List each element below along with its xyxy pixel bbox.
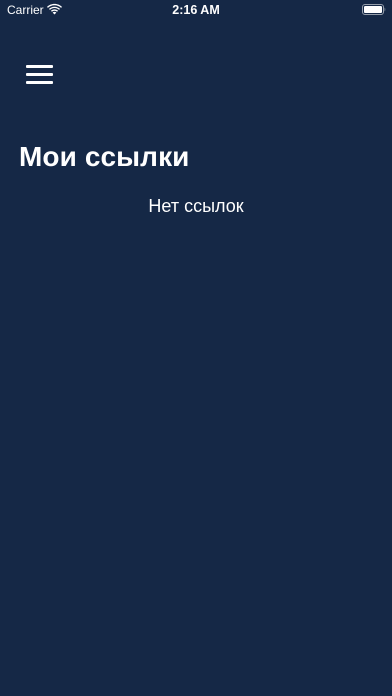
hamburger-menu-icon[interactable] — [20, 59, 60, 91]
menu-bar-middle — [26, 73, 53, 76]
page-title: Мои ссылки — [19, 141, 190, 172]
status-bar: Carrier 2:16 AM — [0, 0, 392, 22]
menu-bar-bottom — [26, 81, 53, 84]
status-time: 2:16 AM — [172, 3, 220, 17]
battery-icon — [362, 4, 386, 15]
empty-state-text: Нет ссылок — [148, 196, 244, 216]
menu-bar-top — [26, 65, 53, 68]
